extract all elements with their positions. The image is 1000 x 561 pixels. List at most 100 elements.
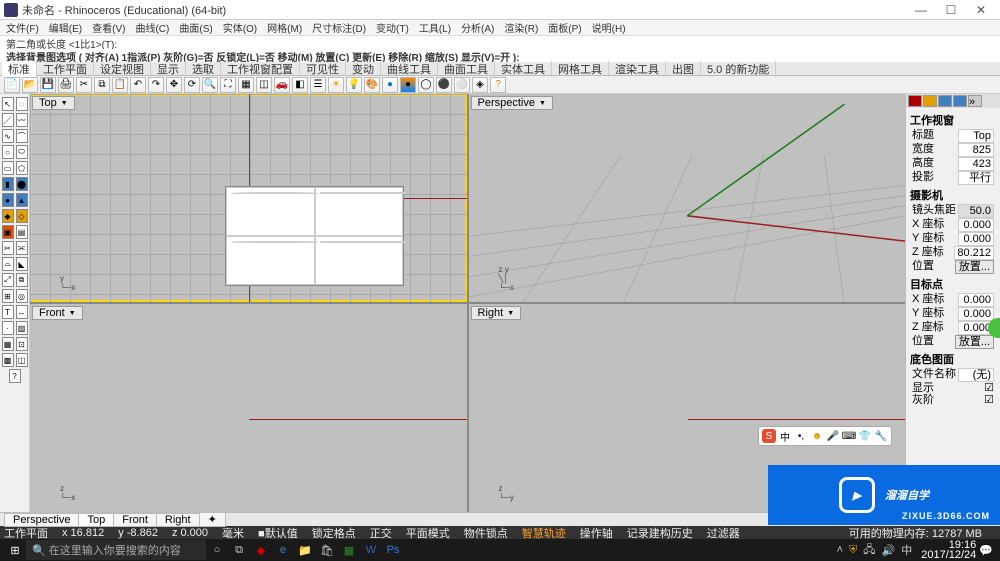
section-wallpaper[interactable]: 底色图面 [910,351,996,367]
section-viewport[interactable]: 工作视窗 [910,112,996,128]
polygon-icon[interactable]: ⬠ [16,161,28,175]
panel-tab-display[interactable] [938,95,952,107]
open-icon[interactable]: 📂 [22,77,38,93]
tab-layout[interactable]: 工作视窗配置 [221,61,300,77]
prop-proj-value[interactable]: 平行 [958,171,994,185]
lasso-icon[interactable]: ◌ [16,97,28,111]
tray-notifications-icon[interactable]: 💬 [979,544,993,557]
panel-tab-more[interactable]: » [968,95,982,107]
extrude-icon[interactable]: ▣ [2,225,14,239]
trim-icon[interactable]: ✂ [2,241,14,255]
ime-skin-icon[interactable]: 👕 [858,429,872,443]
panel-tab-layers[interactable] [923,95,937,107]
ime-mode[interactable]: 中 [778,429,792,443]
app-excel-icon[interactable]: ▦ [338,539,360,561]
app-rhino-icon[interactable]: ◆ [250,539,272,561]
viewport-label-right[interactable]: Right▼ [471,306,522,320]
app-edge-icon[interactable]: e [272,539,294,561]
ime-keyboard-icon[interactable]: ⌨ [842,429,856,443]
shade-icon[interactable]: ● [400,77,416,93]
panel-tab-help[interactable] [953,95,967,107]
polyline-icon[interactable]: 〰 [16,113,28,127]
tab-setview[interactable]: 设定视图 [94,61,151,77]
viewport-icon[interactable]: ◫ [256,77,272,93]
prop-file-value[interactable]: (无) [958,368,994,382]
tab-solidtools[interactable]: 实体工具 [495,61,552,77]
loft-icon[interactable]: ▤ [16,225,28,239]
mesh2-icon[interactable]: ◫ [16,353,28,367]
help-icon[interactable]: ? [490,77,506,93]
car-icon[interactable]: 🚗 [274,77,290,93]
point-icon[interactable]: · [2,321,14,335]
box-icon[interactable]: ▮ [2,177,14,191]
tab-curvetools[interactable]: 曲线工具 [381,61,438,77]
tab-cplane[interactable]: 工作平面 [37,61,94,77]
menu-view[interactable]: 查看(V) [92,20,125,35]
minimize-button[interactable]: — [906,0,936,20]
app-store-icon[interactable]: 🛍 [316,539,338,561]
tab-surfacetools[interactable]: 曲面工具 [438,61,495,77]
new-icon[interactable]: 📄 [4,77,20,93]
cone-icon[interactable]: ▲ [16,193,28,207]
arc-icon[interactable]: ⌒ [16,129,28,143]
menu-tools[interactable]: 工具(L) [419,20,451,35]
tray-shield-icon[interactable]: ⛨ [849,544,857,557]
prop-show-check[interactable]: ☑ [984,382,994,394]
taskbar-search[interactable]: 🔍 在这里输入你要搜索的内容 [26,540,206,560]
scale-icon[interactable]: ⤢ [2,273,14,287]
tab-select[interactable]: 选取 [186,61,221,77]
print-icon[interactable]: 🖨 [58,77,74,93]
menu-surface[interactable]: 曲面(S) [179,20,212,35]
prop-camy-value[interactable]: 0.000 [958,232,994,246]
viewport-label-top[interactable]: Top▼ [32,96,75,110]
start-button[interactable]: ⊞ [4,539,26,561]
tab-meshtools[interactable]: 网格工具 [552,61,609,77]
pointer-icon[interactable]: ↖ [2,97,14,111]
tab-drafting[interactable]: 出图 [666,61,701,77]
mesh-icon[interactable]: ▩ [2,353,14,367]
zoom-icon[interactable]: 🔍 [202,77,218,93]
ime-punct-icon[interactable]: •, [794,429,808,443]
tab-newfeatures[interactable]: 5.0 的新功能 [701,61,776,77]
menu-render[interactable]: 渲染(R) [504,20,538,35]
tray-up-icon[interactable]: ˄ [837,544,843,556]
mirror-icon[interactable]: ⧉ [16,273,28,287]
vtab-front[interactable]: Front [113,513,157,527]
sphere-icon[interactable]: ⚫ [436,77,452,93]
tray-network-icon[interactable]: 🖧 [863,541,875,560]
prop-title-value[interactable]: Top [958,129,994,143]
menu-mesh[interactable]: 网格(M) [267,20,302,35]
sun-icon[interactable]: ☀ [328,77,344,93]
move-icon[interactable]: ✥ [166,77,182,93]
zoomext-icon[interactable]: ⛶ [220,77,236,93]
cut-icon[interactable]: ✂ [76,77,92,93]
prop-tgty-value[interactable]: 0.000 [958,307,994,321]
dim-icon[interactable]: ↔ [16,305,28,319]
app-ps-icon[interactable]: Ps [382,539,404,561]
ime-emoji-icon[interactable]: ☻ [810,429,824,443]
redo-icon[interactable]: ↷ [148,77,164,93]
tray-volume-icon[interactable]: 🔊 [882,544,896,557]
tab-transform[interactable]: 变动 [346,61,381,77]
prop-tgtpos-button[interactable]: 放置... [955,335,994,349]
curve-icon[interactable]: ∿ [2,129,14,143]
cyl-icon[interactable]: ⬤ [16,177,28,191]
section-camera[interactable]: 摄影机 [910,187,996,203]
close-button[interactable]: ✕ [966,0,996,20]
menu-analyze[interactable]: 分析(A) [461,20,494,35]
section-target[interactable]: 目标点 [910,276,996,292]
viewport-label-front[interactable]: Front▼ [32,306,83,320]
rotate-icon[interactable]: ⟳ [184,77,200,93]
analyze-icon[interactable]: ? [9,369,21,383]
menu-transform[interactable]: 变动(T) [376,20,409,35]
ime-settings-icon[interactable]: 🔧 [874,429,888,443]
viewport-top[interactable]: Top▼ y└─x [30,94,467,302]
viewport-perspective[interactable]: Perspective▼ z y╲│└─x [469,94,906,302]
sphere2-icon[interactable]: ⚪ [454,77,470,93]
ime-logo-icon[interactable]: S [762,429,776,443]
menu-dimension[interactable]: 尺寸标注(D) [312,20,366,35]
grid-icon[interactable]: ▦ [238,77,254,93]
surf-icon[interactable]: ◆ [2,209,14,223]
ime-mic-icon[interactable]: 🎤 [826,429,840,443]
viewport-label-persp[interactable]: Perspective▼ [471,96,553,110]
